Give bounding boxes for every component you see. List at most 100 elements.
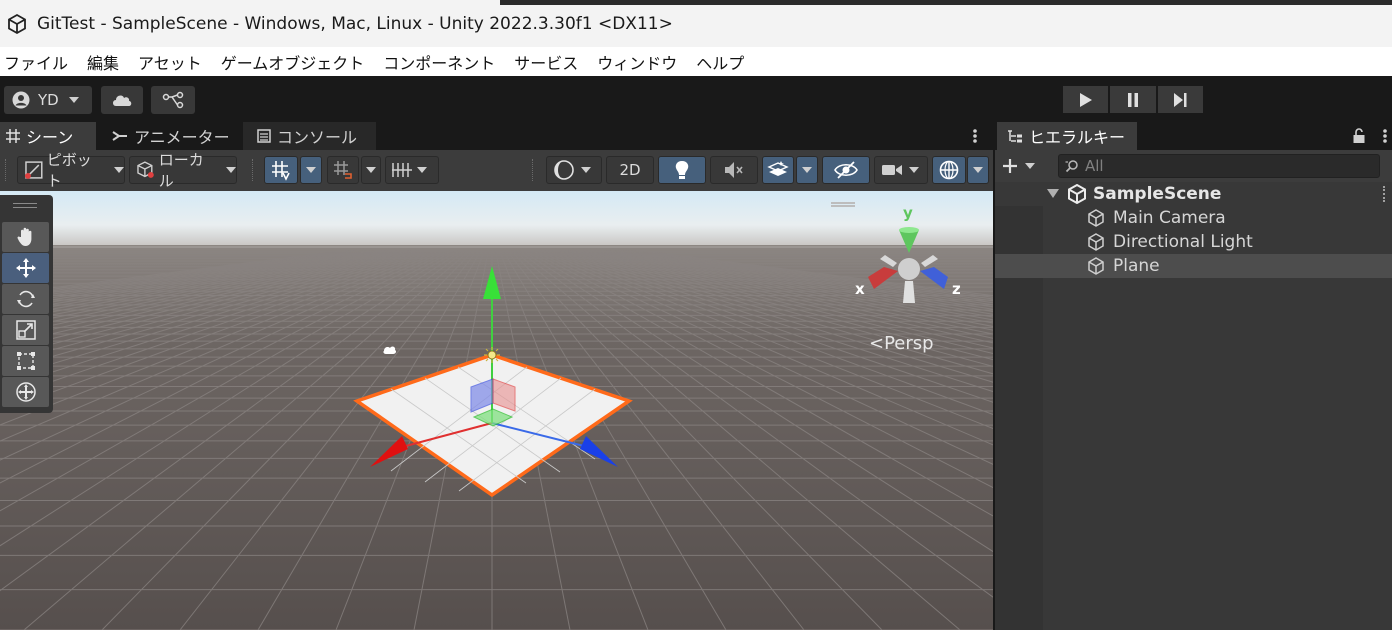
pause-button[interactable] — [1110, 86, 1156, 113]
tab-scene[interactable]: シーン — [0, 122, 96, 150]
step-button[interactable] — [1157, 86, 1203, 113]
scene-menu-icon[interactable] — [1383, 186, 1387, 202]
tab-animator[interactable]: アニメーター — [112, 122, 242, 150]
create-dropdown[interactable] — [1001, 153, 1051, 179]
chevron-down-icon — [226, 167, 236, 173]
toolbar-separator — [532, 159, 534, 181]
grid-visibility-dropdown[interactable] — [385, 156, 439, 184]
account-dropdown[interactable]: YD — [4, 86, 92, 114]
chevron-down-icon — [581, 167, 591, 173]
mode-2d-button[interactable]: 2D — [606, 156, 654, 184]
chevron-down-icon — [1025, 163, 1035, 169]
background-window-strip — [500, 0, 1392, 5]
menu-component[interactable]: コンポーネント — [379, 50, 499, 74]
local-dropdown[interactable]: ローカル — [129, 151, 237, 190]
increment-snap-dropdown[interactable] — [361, 156, 381, 184]
audio-toggle[interactable] — [710, 156, 758, 184]
local-label: ローカル — [158, 151, 204, 190]
pause-icon — [1127, 92, 1138, 107]
step-icon — [1174, 92, 1187, 107]
panel-menu-icon[interactable] — [1381, 126, 1389, 146]
skybox — [0, 191, 993, 253]
chevron-down-icon — [366, 167, 376, 173]
lightbulb-icon — [675, 161, 689, 179]
increment-snap-button[interactable] — [327, 156, 359, 184]
menu-gameobject[interactable]: ゲームオブジェクト — [217, 50, 369, 74]
play-button[interactable] — [1063, 86, 1109, 113]
panel-menu-icon[interactable] — [971, 126, 979, 146]
tab-scene-label: シーン — [26, 128, 74, 147]
menu-services[interactable]: サービス — [510, 50, 582, 74]
hierarchy-search[interactable] — [1058, 154, 1380, 178]
hierarchy-item-directional-light[interactable]: Directional Light — [995, 230, 1392, 254]
cloud-button[interactable] — [101, 86, 143, 114]
chevron-down-icon — [114, 167, 124, 173]
hierarchy-item-label: Directional Light — [1113, 232, 1253, 252]
menu-edit[interactable]: 編集 — [83, 50, 123, 74]
effects-dropdown[interactable] — [796, 156, 818, 184]
local-space-icon — [137, 161, 154, 178]
overlay-grip-icon[interactable] — [13, 203, 37, 208]
scale-tool-button[interactable] — [2, 315, 49, 345]
shaded-mode-icon — [554, 160, 574, 180]
scene-toolbar: ピボット ローカル 2D — [0, 150, 993, 191]
expand-arrow-icon[interactable] — [1047, 189, 1059, 198]
tab-hierarchy[interactable]: ヒエラルキー — [997, 122, 1137, 150]
tab-console-label: コンソール — [277, 128, 358, 147]
menu-file[interactable]: ファイル — [0, 50, 72, 74]
hand-tool-button[interactable] — [2, 222, 49, 252]
version-control-button[interactable] — [151, 86, 195, 114]
menu-help[interactable]: ヘルプ — [692, 50, 748, 74]
scene-viewport[interactable]: y x z <Persp — [0, 191, 993, 630]
menu-assets[interactable]: アセット — [134, 50, 206, 74]
lock-icon[interactable] — [1352, 128, 1366, 144]
gizmos-toggle[interactable] — [932, 156, 966, 184]
plus-icon — [1003, 159, 1017, 173]
tab-console[interactable]: コンソール — [243, 122, 376, 150]
rotate-tool-button[interactable] — [2, 284, 49, 314]
lighting-toggle[interactable] — [658, 156, 706, 184]
effects-toggle[interactable] — [762, 156, 794, 184]
rect-transform-icon — [16, 352, 35, 370]
pivot-dropdown[interactable]: ピボット — [17, 151, 125, 190]
rect-tool-button[interactable] — [2, 346, 49, 376]
increment-snap-icon — [334, 161, 352, 179]
hierarchy-item-plane[interactable]: Plane — [995, 254, 1392, 278]
hierarchy-item-main-camera[interactable]: Main Camera — [995, 206, 1392, 230]
scale-icon — [15, 320, 36, 340]
move-tool-button[interactable] — [2, 253, 49, 283]
gameobject-cube-icon — [1088, 209, 1104, 227]
gizmos-icon — [939, 160, 959, 180]
chevron-down-icon — [417, 167, 427, 173]
pivot-icon — [24, 161, 43, 179]
gizmos-dropdown[interactable] — [967, 156, 989, 184]
axis-z-label: z — [952, 280, 961, 298]
title-bar: GitTest - SampleScene - Windows, Mac, Li… — [0, 0, 1392, 47]
axis-y-label: y — [903, 204, 913, 222]
hierarchy-tab-bar: ヒエラルキー — [995, 122, 1392, 150]
play-icon — [1079, 92, 1092, 107]
scene-tab-bar: シーン アニメーター コンソール — [0, 122, 993, 150]
unity-editor-window: GitTest - SampleScene - Windows, Mac, Li… — [0, 0, 1392, 630]
camera-settings-dropdown[interactable] — [874, 156, 928, 184]
hierarchy-tree: SampleScene Main Camera Directional Ligh… — [995, 182, 1392, 630]
grid-snap-dropdown[interactable] — [300, 156, 322, 184]
scene-visibility-toggle[interactable] — [822, 156, 870, 184]
ruler-grid-icon — [392, 163, 412, 177]
draw-mode-dropdown[interactable] — [546, 156, 602, 184]
scene-view-canvas[interactable]: y x z — [0, 191, 993, 630]
cloud-icon — [113, 95, 132, 106]
transform-tool-button[interactable] — [2, 377, 49, 407]
grid-snap-button[interactable] — [264, 156, 298, 184]
mode-2d-label: 2D — [619, 161, 641, 179]
light-gizmo-icon[interactable] — [484, 347, 500, 363]
menu-window[interactable]: ウィンドウ — [593, 50, 681, 74]
projection-toggle[interactable]: <Persp — [869, 333, 934, 354]
overlay-drag-handle[interactable] — [831, 202, 855, 207]
grid-icon — [6, 129, 20, 143]
scene-row[interactable]: SampleScene — [995, 182, 1392, 206]
scene-panel: シーン アニメーター コンソール ピボット ローカル 2D y x z <Per… — [0, 122, 993, 630]
search-input[interactable] — [1085, 157, 1365, 175]
main-toolbar: YD — [0, 76, 1392, 122]
move-arrows-icon — [15, 258, 36, 278]
